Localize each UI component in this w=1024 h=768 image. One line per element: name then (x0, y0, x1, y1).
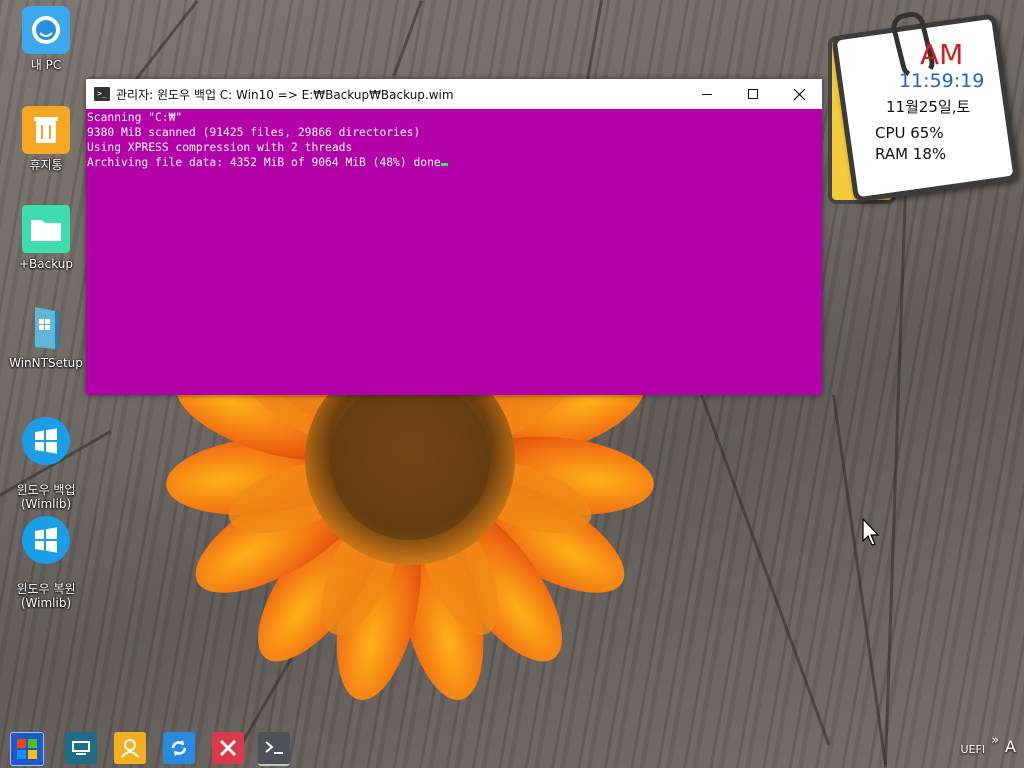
start-icon (17, 739, 37, 759)
close-button[interactable] (776, 79, 822, 109)
trash-icon (22, 106, 70, 154)
minimize-icon (702, 94, 712, 95)
desktop-icon-recycle-bin[interactable]: 휴지통 (8, 106, 84, 172)
console-icon: >_ (94, 87, 110, 101)
window-title: 관리자: 윈도우 백업 C: Win10 => E:₩Backup₩Backup… (116, 87, 454, 102)
desktop-icon-label: +Backup (18, 257, 74, 271)
wood-seam (883, 190, 907, 768)
cpu-usage: CPU 65% (875, 124, 944, 142)
system-tray: UEFI » A (961, 733, 1017, 756)
start-button[interactable] (10, 732, 44, 766)
refresh-icon (171, 740, 187, 756)
desktop-icon-label: WinNTSetup (9, 356, 83, 370)
ram-usage: RAM 18% (875, 145, 947, 163)
maximize-button[interactable] (730, 79, 776, 109)
clock-date: 11월25일,토 (886, 98, 971, 116)
tray-expand-button[interactable]: » (991, 733, 999, 748)
console-line: 9380 MiB scanned (91425 files, 29866 dir… (87, 126, 421, 139)
desktop-icon-label: 윈도우 복원 (Wimlib) (16, 582, 76, 610)
minimize-button[interactable] (684, 79, 730, 109)
close-icon (793, 88, 805, 100)
desktop-icon-label: 내 PC (30, 58, 62, 72)
taskbar: UEFI » A (0, 728, 1024, 768)
computer-icon (72, 741, 90, 755)
computer-icon (22, 6, 70, 54)
taskbar-x-button[interactable] (212, 732, 244, 764)
console-line: Using XPRESS compression with 2 threads (87, 141, 353, 154)
x-app-icon (219, 739, 237, 757)
wood-seam (700, 393, 831, 746)
console-line: Scanning "C:₩" (87, 111, 183, 124)
text-cursor (440, 163, 448, 166)
taskbar-user-button[interactable] (114, 732, 146, 764)
wood-seam (832, 394, 887, 765)
mouse-pointer-icon (862, 518, 880, 546)
windows-logo-icon (22, 516, 70, 564)
console-progress-line: Archiving file data: 4352 MiB of 9064 Mi… (87, 156, 441, 169)
window-titlebar[interactable]: >_ 관리자: 윈도우 백업 C: Win10 => E:₩Backup₩Bac… (86, 79, 822, 109)
terminal-icon (265, 741, 283, 754)
desktop-icon-windows-restore[interactable]: 윈도우 복원 (Wimlib) (8, 502, 84, 610)
desktop-icon-label: 휴지통 (29, 158, 63, 172)
desktop-icon-my-pc[interactable]: 내 PC (8, 6, 84, 72)
taskbar-computer-button[interactable] (65, 732, 97, 764)
clock-ampm: AM (920, 38, 964, 71)
desktop-icon-backup-folder[interactable]: +Backup (8, 205, 84, 271)
wood-seam (392, 0, 423, 77)
clock-time: 11:59:19 (899, 70, 985, 92)
desktop-icon-windows-backup[interactable]: 윈도우 백업 (Wimlib) (8, 403, 84, 511)
console-window[interactable]: >_ 관리자: 윈도우 백업 C: Win10 => E:₩Backup₩Bac… (86, 79, 822, 395)
taskbar-console-button[interactable] (258, 732, 290, 766)
clock-widget: AM 11:59:19 11월25일,토 CPU 65% RAM 18% (820, 8, 1024, 204)
boot-mode-label: UEFI (960, 743, 986, 756)
folder-icon (22, 205, 70, 253)
taskbar-sync-button[interactable] (163, 732, 195, 764)
console-line: Archiving file data: 4352 MiB of 9064 Mi… (87, 155, 822, 170)
windows-logo-icon (22, 417, 70, 465)
desktop-icon-winntsetup[interactable]: WinNTSetup (8, 304, 84, 370)
winntsetup-icon (22, 304, 70, 352)
user-icon (121, 739, 139, 758)
wood-seam (586, 0, 603, 80)
maximize-icon (748, 89, 758, 99)
ime-indicator[interactable]: A (1005, 737, 1016, 756)
console-output[interactable]: Scanning "C:₩" 9380 MiB scanned (91425 fi… (86, 109, 822, 170)
